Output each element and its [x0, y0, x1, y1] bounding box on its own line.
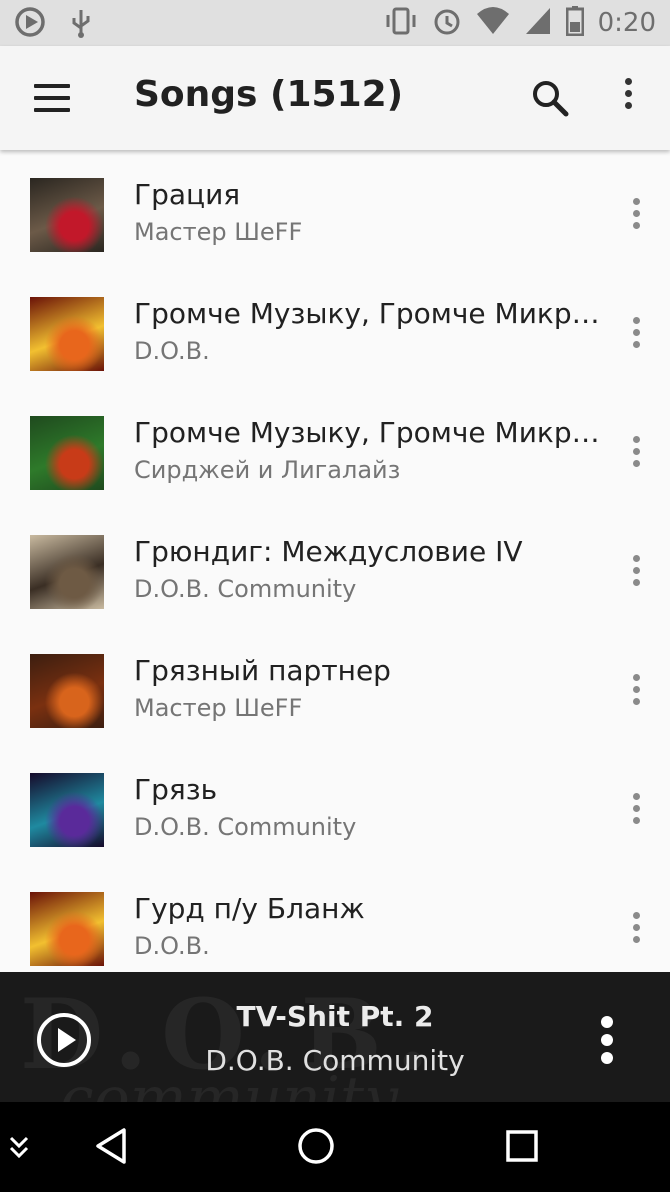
song-more-icon[interactable]: [630, 436, 642, 472]
song-more-icon[interactable]: [630, 198, 642, 234]
wifi-icon: [476, 6, 510, 40]
song-title: Грюндиг: Междусловие IV: [134, 535, 523, 568]
page-title: Songs (1512): [134, 74, 404, 115]
album-art-image: [30, 773, 104, 847]
song-title: Грязный партнер: [134, 654, 391, 687]
song-row[interactable]: Громче Музыку, Громче Микрофоны! Сирджей …: [0, 388, 670, 507]
vibrate-icon: [384, 6, 418, 40]
song-row[interactable]: Грязный партнер Мастер ШеFF: [0, 626, 670, 745]
album-art-image: [30, 297, 104, 371]
album-art-image: [30, 416, 104, 490]
battery-icon: [565, 6, 585, 40]
song-title: Громче Музыку, Громче Микрофоны!: [134, 416, 604, 449]
song-more-icon[interactable]: [630, 555, 642, 591]
song-title: Грязь: [134, 773, 218, 806]
now-playing-more-icon[interactable]: [600, 1016, 614, 1070]
song-artist: D.O.B. Community: [134, 813, 357, 841]
album-art-image: [30, 178, 104, 252]
song-title: Громче Музыку, Громче Микрофоны!: [134, 297, 604, 330]
song-more-icon[interactable]: [630, 912, 642, 948]
album-art-image: [30, 654, 104, 728]
song-row[interactable]: Грюндиг: Междусловие IV D.O.B. Community: [0, 507, 670, 626]
song-row[interactable]: Грация Мастер ШеFF: [0, 150, 670, 269]
search-icon[interactable]: [530, 78, 570, 122]
song-title: Гурд п/у Бланж: [134, 892, 365, 925]
song-artist: D.O.B.: [134, 932, 210, 960]
song-row[interactable]: Грязь D.O.B. Community: [0, 745, 670, 864]
alarm-icon: [432, 6, 462, 40]
clock-time: 0:20: [597, 8, 656, 38]
song-more-icon[interactable]: [630, 317, 642, 353]
signal-icon: [524, 6, 552, 40]
album-art-image: [30, 892, 104, 966]
menu-icon[interactable]: [34, 84, 70, 112]
song-row[interactable]: Громче Музыку, Громче Микрофоны! D.O.B.: [0, 269, 670, 388]
song-artist: D.O.B. Community: [134, 575, 357, 603]
now-playing-artist: D.O.B. Community: [205, 1044, 465, 1077]
app-toolbar: Songs (1512): [0, 46, 670, 150]
song-artist: Сирджей и Лигалайз: [134, 456, 401, 484]
song-row[interactable]: Гурд п/у Бланж D.O.B.: [0, 864, 670, 972]
album-art-image: [30, 535, 104, 609]
play-store-icon: [14, 6, 46, 42]
status-bar: 0:20: [0, 0, 670, 46]
song-title: Грация: [134, 178, 241, 211]
usb-icon: [70, 6, 92, 42]
back-icon[interactable]: [92, 1126, 132, 1170]
now-playing-bar[interactable]: D.O.B. community TV-Shit Pt. 2 D.O.B. Co…: [0, 972, 670, 1102]
song-artist: Мастер ШеFF: [134, 218, 303, 246]
home-icon[interactable]: [296, 1126, 336, 1170]
now-playing-title: TV-Shit Pt. 2: [236, 1000, 434, 1033]
more-vert-icon[interactable]: [622, 78, 634, 118]
song-artist: D.O.B.: [134, 337, 210, 365]
song-artist: Мастер ШеFF: [134, 694, 303, 722]
navigation-bar: [0, 1102, 670, 1192]
recents-icon[interactable]: [504, 1126, 540, 1170]
song-list: Грация Мастер ШеFF Громче Музыку, Громче М…: [0, 150, 670, 972]
song-more-icon[interactable]: [630, 793, 642, 829]
song-more-icon[interactable]: [630, 674, 642, 710]
collapse-icon[interactable]: [8, 1134, 30, 1164]
